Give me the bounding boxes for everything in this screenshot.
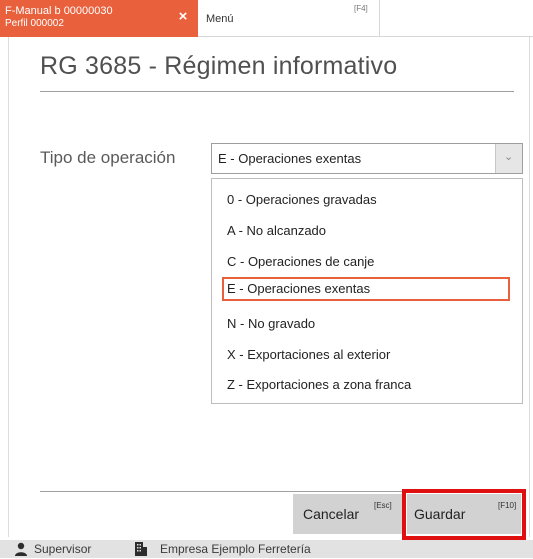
- building-icon: [134, 541, 148, 556]
- dropdown-option[interactable]: C - Operaciones de canje: [222, 251, 510, 275]
- dropdown-option[interactable]: A - No alcanzado: [222, 220, 510, 244]
- status-user: Supervisor: [34, 542, 92, 556]
- title-divider: [40, 91, 514, 92]
- cancel-button-label: Cancelar: [303, 506, 360, 522]
- dropdown-option[interactable]: N - No gravado: [222, 313, 510, 337]
- chevron-down-icon: ⌄: [504, 151, 514, 163]
- dropdown-option[interactable]: Z - Exportaciones a zona franca: [222, 374, 510, 398]
- tab-document-title: F-Manual b 00000030: [5, 5, 113, 17]
- tab-document-profile: Perfil 000002: [5, 18, 64, 29]
- cancel-button[interactable]: Cancelar [Esc]: [293, 494, 403, 534]
- window-left-border: [8, 37, 9, 537]
- tab-menu[interactable]: Menú [F4]: [198, 0, 380, 37]
- status-company: Empresa Ejemplo Ferretería: [160, 542, 311, 556]
- dropdown-option-selected[interactable]: E - Operaciones exentas: [222, 277, 510, 301]
- dropdown-option[interactable]: 0 - Operaciones gravadas: [222, 189, 510, 213]
- dropdown-toggle[interactable]: ⌄: [495, 144, 522, 173]
- tab-menu-label: Menú: [206, 13, 234, 25]
- operation-type-select[interactable]: E - Operaciones exentas ⌄: [211, 143, 523, 174]
- operation-type-dropdown: 0 - Operaciones gravadas A - No alcanzad…: [211, 178, 523, 404]
- status-bar: Supervisor Empresa Ejemplo Ferretería: [0, 540, 533, 558]
- operation-type-label: Tipo de operación: [40, 148, 176, 167]
- operation-type-value: E - Operaciones exentas: [218, 151, 362, 166]
- tab-active-document[interactable]: F-Manual b 00000030 Perfil 000002 ×: [0, 0, 198, 37]
- save-button-highlight: [402, 489, 526, 540]
- dropdown-option[interactable]: X - Exportaciones al exterior: [222, 344, 510, 368]
- form-window: F-Manual b 00000030 Perfil 000002 × Menú…: [0, 0, 533, 558]
- cancel-shortcut: [Esc]: [374, 501, 392, 510]
- tab-menu-shortcut: [F4]: [354, 4, 368, 13]
- close-icon[interactable]: ×: [176, 9, 190, 24]
- page-title: RG 3685 - Régimen informativo: [40, 52, 398, 80]
- tab-strip-divider: [380, 36, 533, 37]
- window-right-border: [529, 37, 530, 537]
- user-icon: [14, 542, 28, 556]
